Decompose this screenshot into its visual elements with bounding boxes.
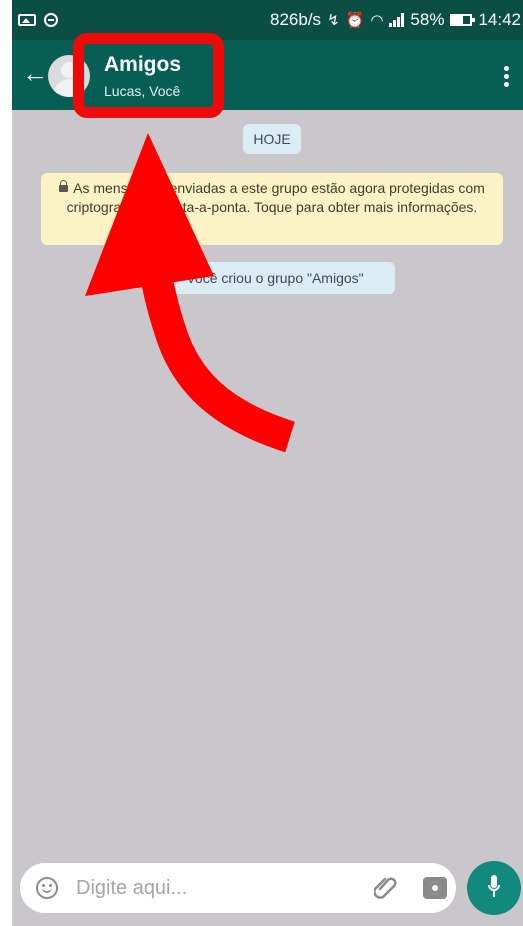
- highlight-box: [73, 33, 224, 118]
- clock: 14:42: [478, 10, 521, 29]
- group-created-message: Você criou o grupo "Amigos": [155, 262, 395, 294]
- wifi-icon: ◠: [370, 12, 384, 29]
- encryption-notice[interactable]: As mensagens enviadas a este grupo estão…: [41, 173, 503, 245]
- message-input-bar: [12, 858, 523, 926]
- camera-icon[interactable]: [423, 877, 447, 899]
- status-notifications: [18, 13, 58, 27]
- battery-icon: [450, 14, 476, 26]
- encryption-notice-text: As mensagens enviadas a este grupo estão…: [66, 180, 485, 215]
- battery-percentage: 58%: [410, 10, 445, 29]
- do-not-disturb-icon: [44, 13, 58, 27]
- paperclip-icon[interactable]: [374, 875, 398, 901]
- chat-area[interactable]: HOJE As mensagens enviadas a este grupo …: [12, 110, 523, 856]
- message-input[interactable]: [76, 875, 336, 901]
- status-indicators: 826b/s ↯ ⏰ ◠ 58% 14:42: [270, 10, 523, 30]
- alarm-icon: ⏰: [345, 12, 365, 29]
- signal-icon: [389, 13, 405, 27]
- mic-button[interactable]: [467, 861, 521, 915]
- vibrate-icon: ↯: [327, 12, 340, 29]
- message-input-container[interactable]: [20, 863, 456, 913]
- network-speed: 826b/s: [270, 10, 322, 29]
- lock-icon: [59, 179, 69, 192]
- image-notification-icon: [18, 14, 36, 26]
- emoji-icon[interactable]: [36, 877, 58, 899]
- date-label: HOJE: [243, 124, 301, 154]
- back-arrow-icon[interactable]: ←: [22, 60, 48, 86]
- more-vert-icon[interactable]: [504, 66, 509, 87]
- mic-icon: [488, 875, 500, 897]
- phone-screen: 826b/s ↯ ⏰ ◠ 58% 14:42 ← Amigos Lucas, V…: [12, 0, 523, 926]
